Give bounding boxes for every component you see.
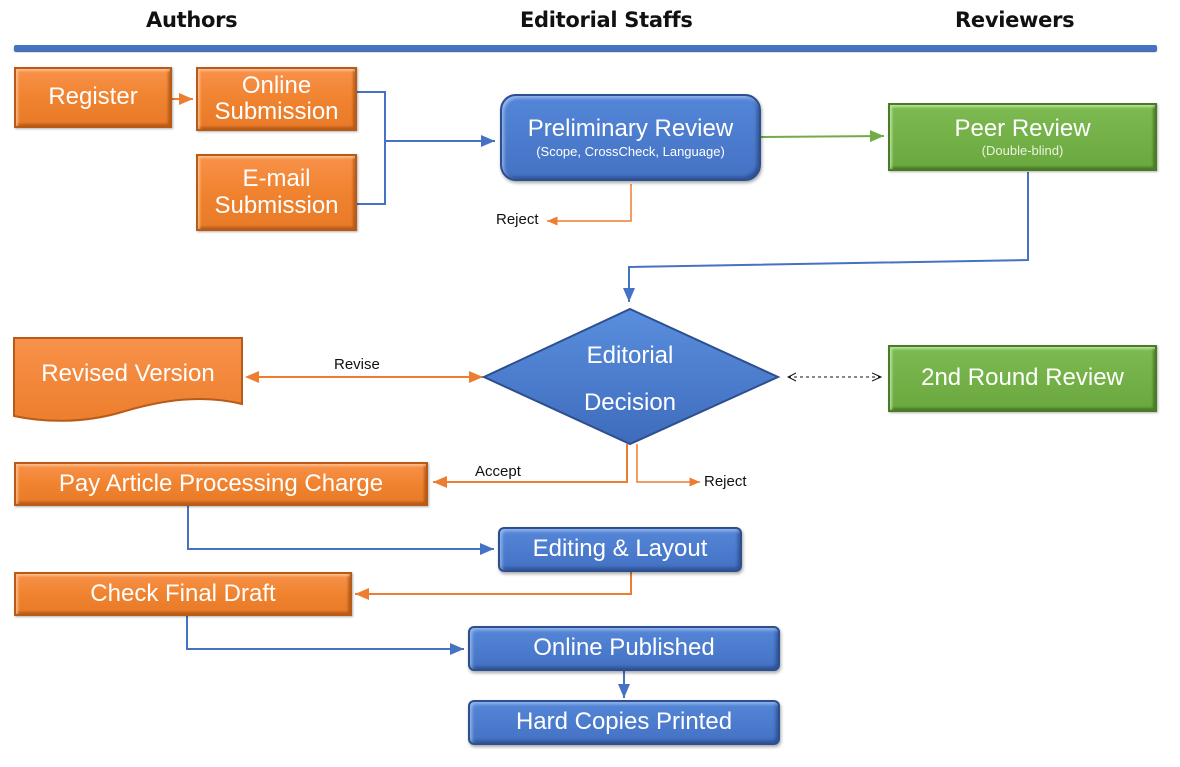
edge-preliminary-to-peer <box>760 130 885 143</box>
peer-review-subtitle: (Double-blind) <box>981 143 1064 159</box>
online-submission-label-line1: Online <box>241 71 312 99</box>
email-submission-label-line2: Submission <box>214 191 339 219</box>
hard-copies-printed-step[interactable]: Hard Copies Printed <box>468 700 780 745</box>
reject-label-preliminary: Reject <box>496 211 539 228</box>
editing-layout-label: Editing & Layout <box>532 535 708 563</box>
edge-editing-to-check <box>355 572 632 600</box>
register-label: Register <box>48 83 138 111</box>
hard-copies-printed-label: Hard Copies Printed <box>515 708 733 736</box>
edge-apc-to-editing <box>187 506 494 555</box>
editorial-decision-label-line2: Decision <box>583 389 677 416</box>
online-published-label: Online Published <box>533 634 715 662</box>
accept-label: Accept <box>475 463 521 480</box>
preliminary-review-title: Preliminary Review <box>527 115 734 143</box>
second-round-review-step[interactable]: 2nd Round Review <box>888 345 1157 412</box>
email-submission-label-line1: E-mail <box>242 165 311 193</box>
register-step[interactable]: Register <box>14 67 172 128</box>
check-final-draft-step[interactable]: Check Final Draft <box>14 572 352 616</box>
email-submission-step[interactable]: E-mail Submission <box>196 154 357 231</box>
online-submission-label-line2: Submission <box>214 98 339 125</box>
edge-peer-to-decision <box>623 172 1029 302</box>
online-published-step[interactable]: Online Published <box>468 626 780 671</box>
revised-version-step[interactable]: Revised Version <box>14 346 242 402</box>
pay-apc-label: Pay Article Processing Charge <box>58 469 384 497</box>
edge-accept <box>433 444 628 488</box>
revise-label: Revise <box>334 356 380 373</box>
editing-layout-step[interactable]: Editing & Layout <box>498 527 742 572</box>
edge-decision-reject <box>636 444 700 487</box>
peer-review-step[interactable]: Peer Review (Double-blind) <box>888 103 1157 171</box>
online-submission-step[interactable]: Online Submission <box>196 67 357 131</box>
editorial-decision-label-line1: Editorial <box>586 342 674 369</box>
revised-version-label: Revised Version <box>41 359 215 387</box>
preliminary-review-step[interactable]: Preliminary Review (Scope, CrossCheck, L… <box>500 94 761 181</box>
pay-apc-step[interactable]: Pay Article Processing Charge <box>14 462 428 506</box>
check-final-draft-label: Check Final Draft <box>90 579 276 607</box>
second-round-review-label: 2nd Round Review <box>921 364 1124 392</box>
edge-preliminary-reject <box>547 184 632 226</box>
edge-submissions-to-preliminary <box>357 91 386 205</box>
reject-label-decision: Reject <box>704 473 747 490</box>
edge-check-to-online <box>186 616 464 655</box>
peer-review-title: Peer Review <box>954 114 1091 142</box>
preliminary-review-subtitle: (Scope, CrossCheck, Language) <box>536 143 725 159</box>
editorial-decision-diamond <box>481 307 781 446</box>
